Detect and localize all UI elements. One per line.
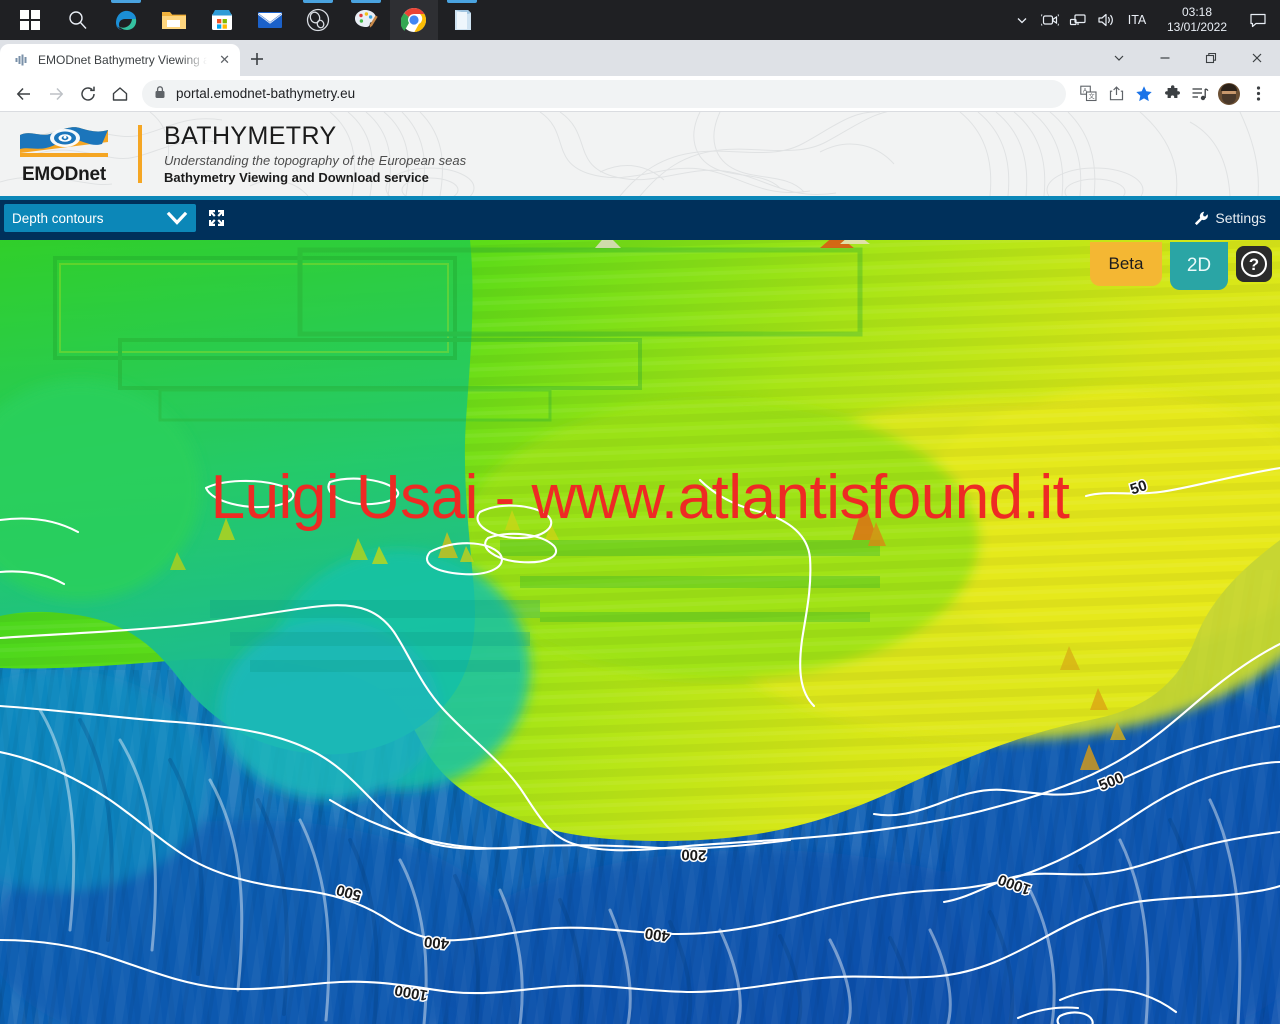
home-icon — [112, 86, 128, 101]
service-line: Bathymetry Viewing and Download service — [164, 170, 429, 186]
back-button[interactable] — [8, 78, 40, 110]
bathymetry-favicon — [14, 52, 30, 68]
emodnet-logo-mark — [20, 126, 108, 157]
svg-text:文: 文 — [1088, 93, 1094, 101]
start-button[interactable] — [6, 0, 54, 40]
layer-select-dropdown[interactable]: Depth contours — [4, 204, 196, 232]
tab-close-icon[interactable]: ✕ — [215, 50, 234, 70]
window-minimize-button[interactable] — [1142, 40, 1188, 76]
tab-strip: EMODnet Bathymetry Viewing an ✕ — [0, 40, 274, 76]
mail-icon — [258, 12, 282, 28]
chrome-icon — [401, 7, 427, 32]
bathymetry-map-canvas[interactable]: 5050020050010004004001000100020002000200… — [0, 240, 1280, 1024]
tray-language-indicator[interactable]: ITA — [1120, 0, 1154, 40]
layer-select-value: Depth contours — [12, 210, 104, 226]
profile-avatar[interactable] — [1218, 82, 1240, 105]
emodnet-logo-text: EMODnet — [21, 163, 107, 185]
browser-toolbar: portal.emodnet-bathymetry.eu A 文 — [0, 76, 1280, 112]
windows-logo-icon — [20, 10, 40, 30]
taskbar-app-icons — [0, 0, 486, 40]
address-bar[interactable]: portal.emodnet-bathymetry.eu — [142, 79, 1066, 108]
settings-label: Settings — [1215, 210, 1266, 226]
window-more-button[interactable] — [1096, 40, 1142, 76]
help-button[interactable]: ? — [1236, 246, 1272, 282]
edge-browser-icon — [116, 10, 137, 30]
tab-title: EMODnet Bathymetry Viewing an — [38, 53, 208, 67]
arrow-left-icon — [16, 87, 30, 100]
tray-chevron-up-icon[interactable] — [1008, 0, 1036, 40]
plus-icon — [251, 53, 263, 65]
search-icon — [69, 11, 87, 29]
chevron-down-icon — [166, 211, 188, 225]
system-tray: ITA 03:18 13/01/2022 — [1008, 0, 1280, 40]
store-icon — [212, 10, 232, 30]
fullscreen-expand-button[interactable] — [200, 201, 234, 235]
tray-volume-icon[interactable] — [1092, 0, 1120, 40]
bookmark-star-icon[interactable] — [1130, 80, 1158, 108]
page-subtitle: Understanding the topography of the Euro… — [164, 153, 467, 169]
tray-network-icon[interactable] — [1064, 0, 1092, 40]
chevron-down-icon — [1114, 55, 1124, 61]
reload-icon — [81, 86, 95, 101]
obs-icon — [306, 8, 330, 32]
window-controls — [1096, 40, 1280, 76]
contour-label: 400 — [644, 924, 671, 944]
dimension-toggle-button[interactable]: 2D — [1170, 242, 1228, 290]
header-divider — [138, 125, 142, 183]
taskbar-file-explorer[interactable] — [150, 0, 198, 40]
forward-button[interactable] — [40, 78, 72, 110]
emodnet-site-header: EMODnet BATHYMETRY Understanding the top… — [0, 112, 1280, 196]
restore-icon — [1205, 52, 1217, 64]
settings-button[interactable]: Settings — [1194, 210, 1266, 226]
close-icon — [1252, 53, 1262, 63]
browser-tab-strip-area: EMODnet Bathymetry Viewing an ✕ — [0, 40, 1280, 76]
map-control-buttons: Beta 2D ? — [1090, 240, 1272, 290]
clock-date: 13/01/2022 — [1166, 20, 1228, 34]
beta-badge[interactable]: Beta — [1090, 242, 1162, 286]
search-button[interactable] — [54, 0, 102, 40]
minimize-icon — [1160, 57, 1170, 59]
tray-camera-icon[interactable] — [1036, 0, 1064, 40]
taskbar-clock[interactable]: 03:18 13/01/2022 — [1154, 0, 1240, 40]
reload-button[interactable] — [72, 78, 104, 110]
lock-icon — [154, 85, 166, 102]
home-button[interactable] — [104, 78, 136, 110]
taskbar-notepad[interactable] — [438, 0, 486, 40]
media-control-icon[interactable] — [1186, 80, 1214, 108]
taskbar-mail[interactable] — [246, 0, 294, 40]
folder-icon — [162, 12, 186, 29]
share-icon[interactable] — [1102, 80, 1130, 108]
page-title: BATHYMETRY — [164, 121, 337, 150]
windows-taskbar: ITA 03:18 13/01/2022 — [0, 0, 1280, 40]
header-titles: BATHYMETRY Understanding the topography … — [164, 121, 467, 186]
map-app-toolbar: Depth contours Settings — [0, 196, 1280, 240]
window-maximize-button[interactable] — [1188, 40, 1234, 76]
contour-label: 200 — [681, 846, 707, 864]
fullscreen-expand-icon — [209, 210, 224, 226]
new-tab-button[interactable] — [240, 44, 274, 74]
clock-time: 03:18 — [1181, 5, 1213, 19]
address-bar-url: portal.emodnet-bathymetry.eu — [176, 86, 356, 101]
chrome-menu-icon[interactable] — [1244, 80, 1272, 108]
taskbar-edge[interactable] — [102, 0, 150, 40]
arrow-right-icon — [50, 87, 64, 100]
emodnet-logo[interactable]: EMODnet — [14, 123, 114, 186]
paint-palette-icon — [355, 10, 378, 28]
extensions-puzzle-icon[interactable] — [1158, 80, 1186, 108]
translate-icon[interactable]: A 文 — [1074, 80, 1102, 108]
taskbar-chrome[interactable] — [390, 0, 438, 40]
notepad-icon — [455, 10, 471, 30]
window-close-button[interactable] — [1234, 40, 1280, 76]
wrench-icon — [1195, 211, 1209, 225]
taskbar-obs[interactable] — [294, 0, 342, 40]
browser-tab-emodnet[interactable]: EMODnet Bathymetry Viewing an ✕ — [0, 44, 240, 76]
tray-notifications-icon[interactable] — [1240, 0, 1276, 40]
taskbar-microsoft-store[interactable] — [198, 0, 246, 40]
map-raster: 5050020050010004004001000100020002000200… — [0, 240, 1280, 1024]
help-icon: ? — [1241, 251, 1267, 277]
header-content: EMODnet BATHYMETRY Understanding the top… — [0, 112, 1280, 196]
taskbar-paint[interactable] — [342, 0, 390, 40]
contour-label: 400 — [423, 933, 450, 953]
